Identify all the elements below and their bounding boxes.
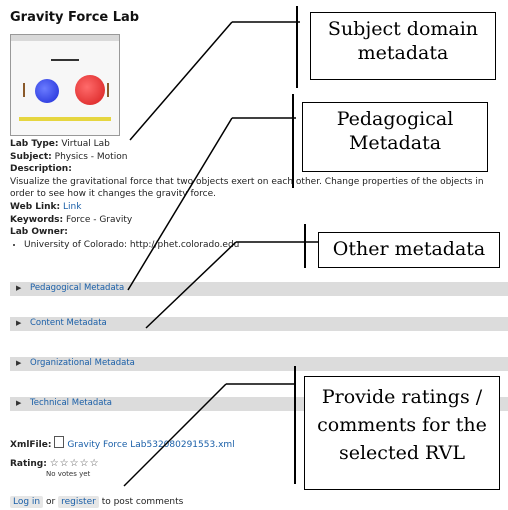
callout-ratings: Provide ratings / comments for the selec… bbox=[304, 376, 500, 490]
callout-bar-pedagogical bbox=[292, 94, 294, 188]
leader-ratings bbox=[123, 383, 227, 487]
callout-bar-other bbox=[304, 224, 306, 268]
leader-pedagogical bbox=[127, 117, 233, 291]
callout-bar-subject bbox=[296, 6, 298, 88]
leader-subject bbox=[129, 21, 233, 141]
leader-other bbox=[145, 241, 237, 329]
callout-pedagogical: Pedagogical Metadata bbox=[302, 102, 488, 172]
callout-subject-domain: Subject domain metadata bbox=[310, 12, 496, 80]
callout-other-metadata: Other metadata bbox=[318, 232, 500, 268]
callout-bar-ratings bbox=[294, 366, 296, 484]
